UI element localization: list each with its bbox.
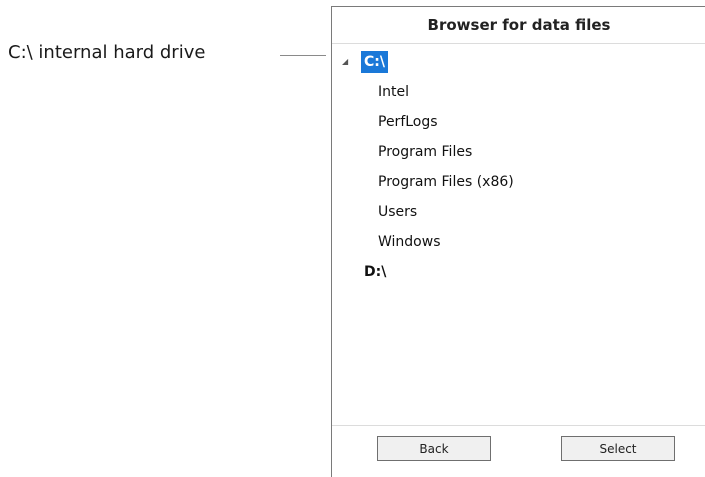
- triangle-expanded-icon[interactable]: ◢: [342, 51, 348, 73]
- folder-label: Windows: [378, 234, 441, 250]
- folder-label: Users: [378, 204, 418, 220]
- panel-title: Browser for data files: [332, 7, 705, 44]
- tree-item-folder-intel[interactable]: Intel: [332, 81, 705, 103]
- folder-label: Program Files: [378, 144, 473, 160]
- tree-item-folder-users[interactable]: Users: [332, 201, 705, 223]
- folder-label: Intel: [378, 84, 409, 100]
- tree-item-drive-c[interactable]: ◢ C:\: [332, 51, 705, 73]
- file-browser-panel: Browser for data files ◢ C:\ Intel PerfL…: [331, 6, 705, 477]
- drive-label-c: C:\: [361, 51, 388, 73]
- button-bar: Back Select: [332, 425, 705, 461]
- select-button[interactable]: Select: [561, 436, 675, 461]
- callout-label: C:\ internal hard drive: [8, 42, 206, 63]
- tree-item-folder-program-files-x86[interactable]: Program Files (x86): [332, 171, 705, 193]
- folder-label: PerfLogs: [378, 114, 438, 130]
- tree-item-folder-perflogs[interactable]: PerfLogs: [332, 111, 705, 133]
- tree-item-drive-d[interactable]: D:\: [332, 261, 705, 283]
- folder-label: Program Files (x86): [378, 174, 514, 190]
- drive-label-d: D:\: [364, 264, 387, 280]
- tree-item-folder-program-files[interactable]: Program Files: [332, 141, 705, 163]
- callout-leader-line: [280, 55, 326, 56]
- tree-item-folder-windows[interactable]: Windows: [332, 231, 705, 253]
- back-button[interactable]: Back: [377, 436, 491, 461]
